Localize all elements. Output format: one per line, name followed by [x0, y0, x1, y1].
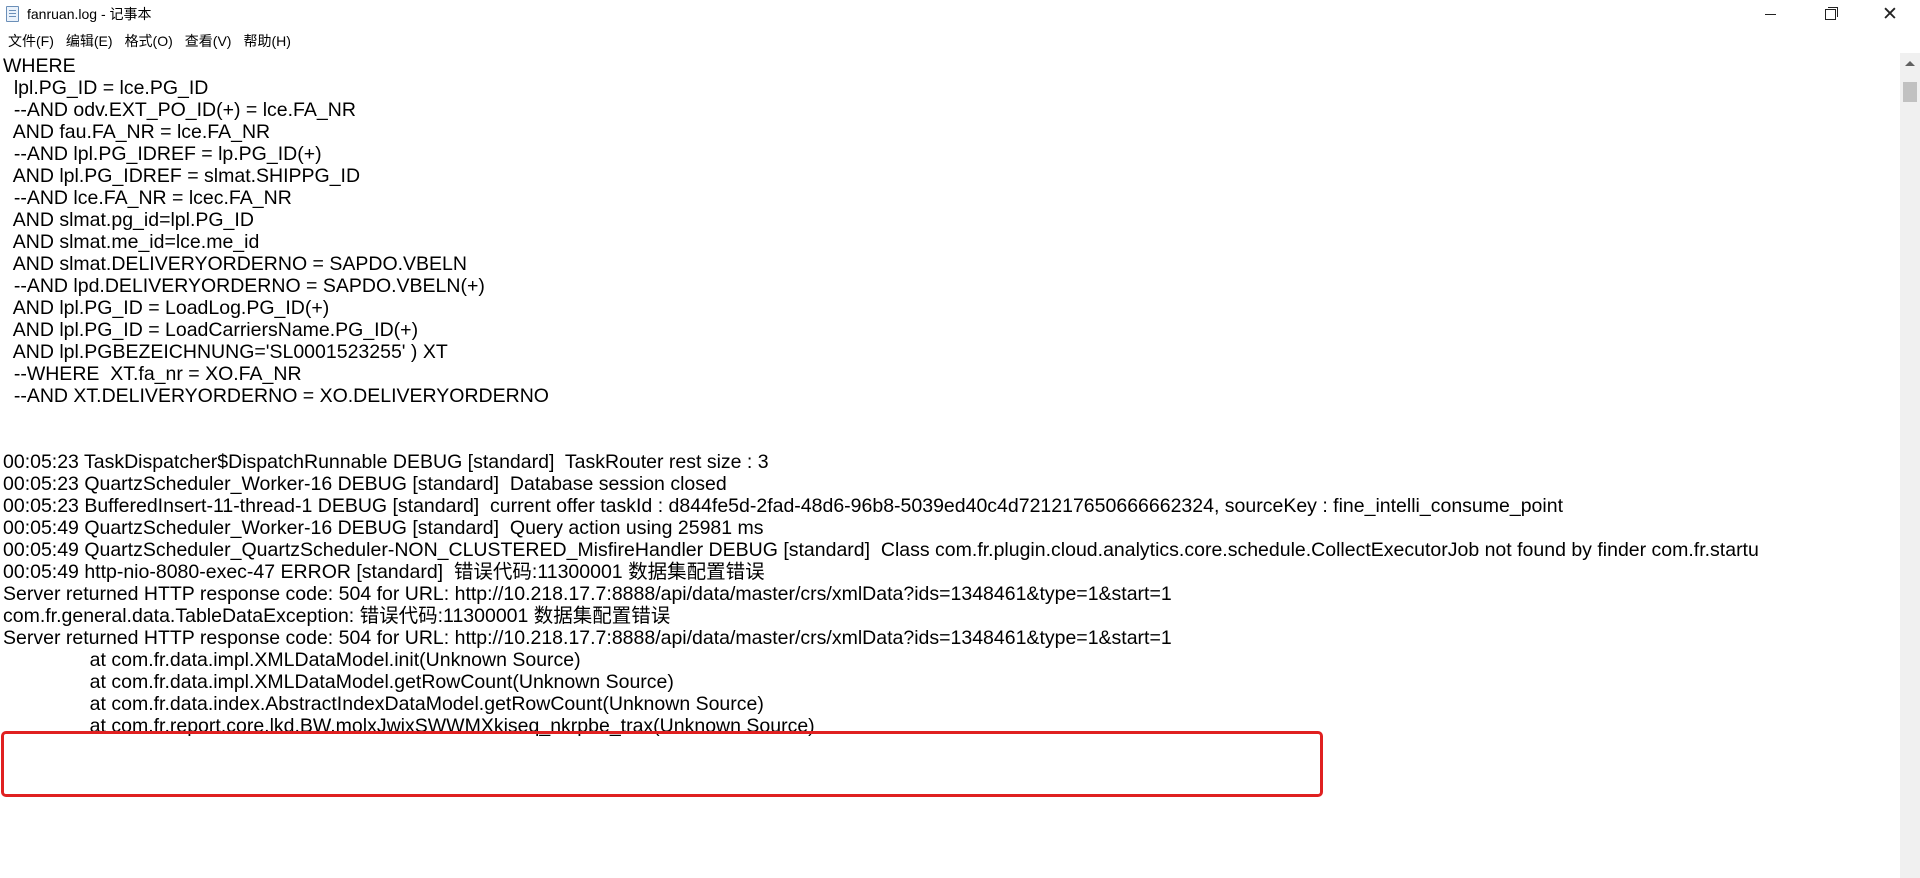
menu-format[interactable]: 格式(O) [119, 31, 179, 51]
minimize-button[interactable] [1740, 0, 1800, 28]
menu-edit[interactable]: 编辑(E) [60, 31, 119, 51]
minimize-icon [1764, 13, 1776, 15]
close-icon: ✕ [1882, 2, 1898, 25]
scroll-thumb[interactable] [1903, 82, 1917, 102]
menu-view[interactable]: 查看(V) [179, 31, 238, 51]
menu-help[interactable]: 帮助(H) [237, 31, 296, 51]
restore-icon [1824, 6, 1838, 20]
menu-bar: 文件(F) 编辑(E) 格式(O) 查看(V) 帮助(H) [0, 28, 1920, 53]
stack-trace-line: at com.fr.report.core.lkd.BW.molxJwixSWW… [3, 715, 815, 737]
scroll-up-button[interactable] [1900, 53, 1920, 73]
arrow-up-icon [1905, 60, 1915, 66]
menu-file[interactable]: 文件(F) [0, 31, 60, 51]
window-title: fanruan.log - 记事本 [27, 6, 152, 22]
maximize-button[interactable] [1800, 0, 1860, 28]
text-editor[interactable]: WHERE lpl.PG_ID = lce.PG_ID --AND odv.EX… [0, 53, 1900, 878]
close-button[interactable]: ✕ [1860, 0, 1920, 28]
vertical-scrollbar[interactable] [1900, 53, 1920, 878]
notepad-icon [6, 6, 19, 22]
text-line: --AND XT.DELIVERYORDERNO = XO.DELIVERYOR… [3, 385, 549, 407]
title-bar: fanruan.log - 记事本 ✕ [0, 0, 1920, 28]
